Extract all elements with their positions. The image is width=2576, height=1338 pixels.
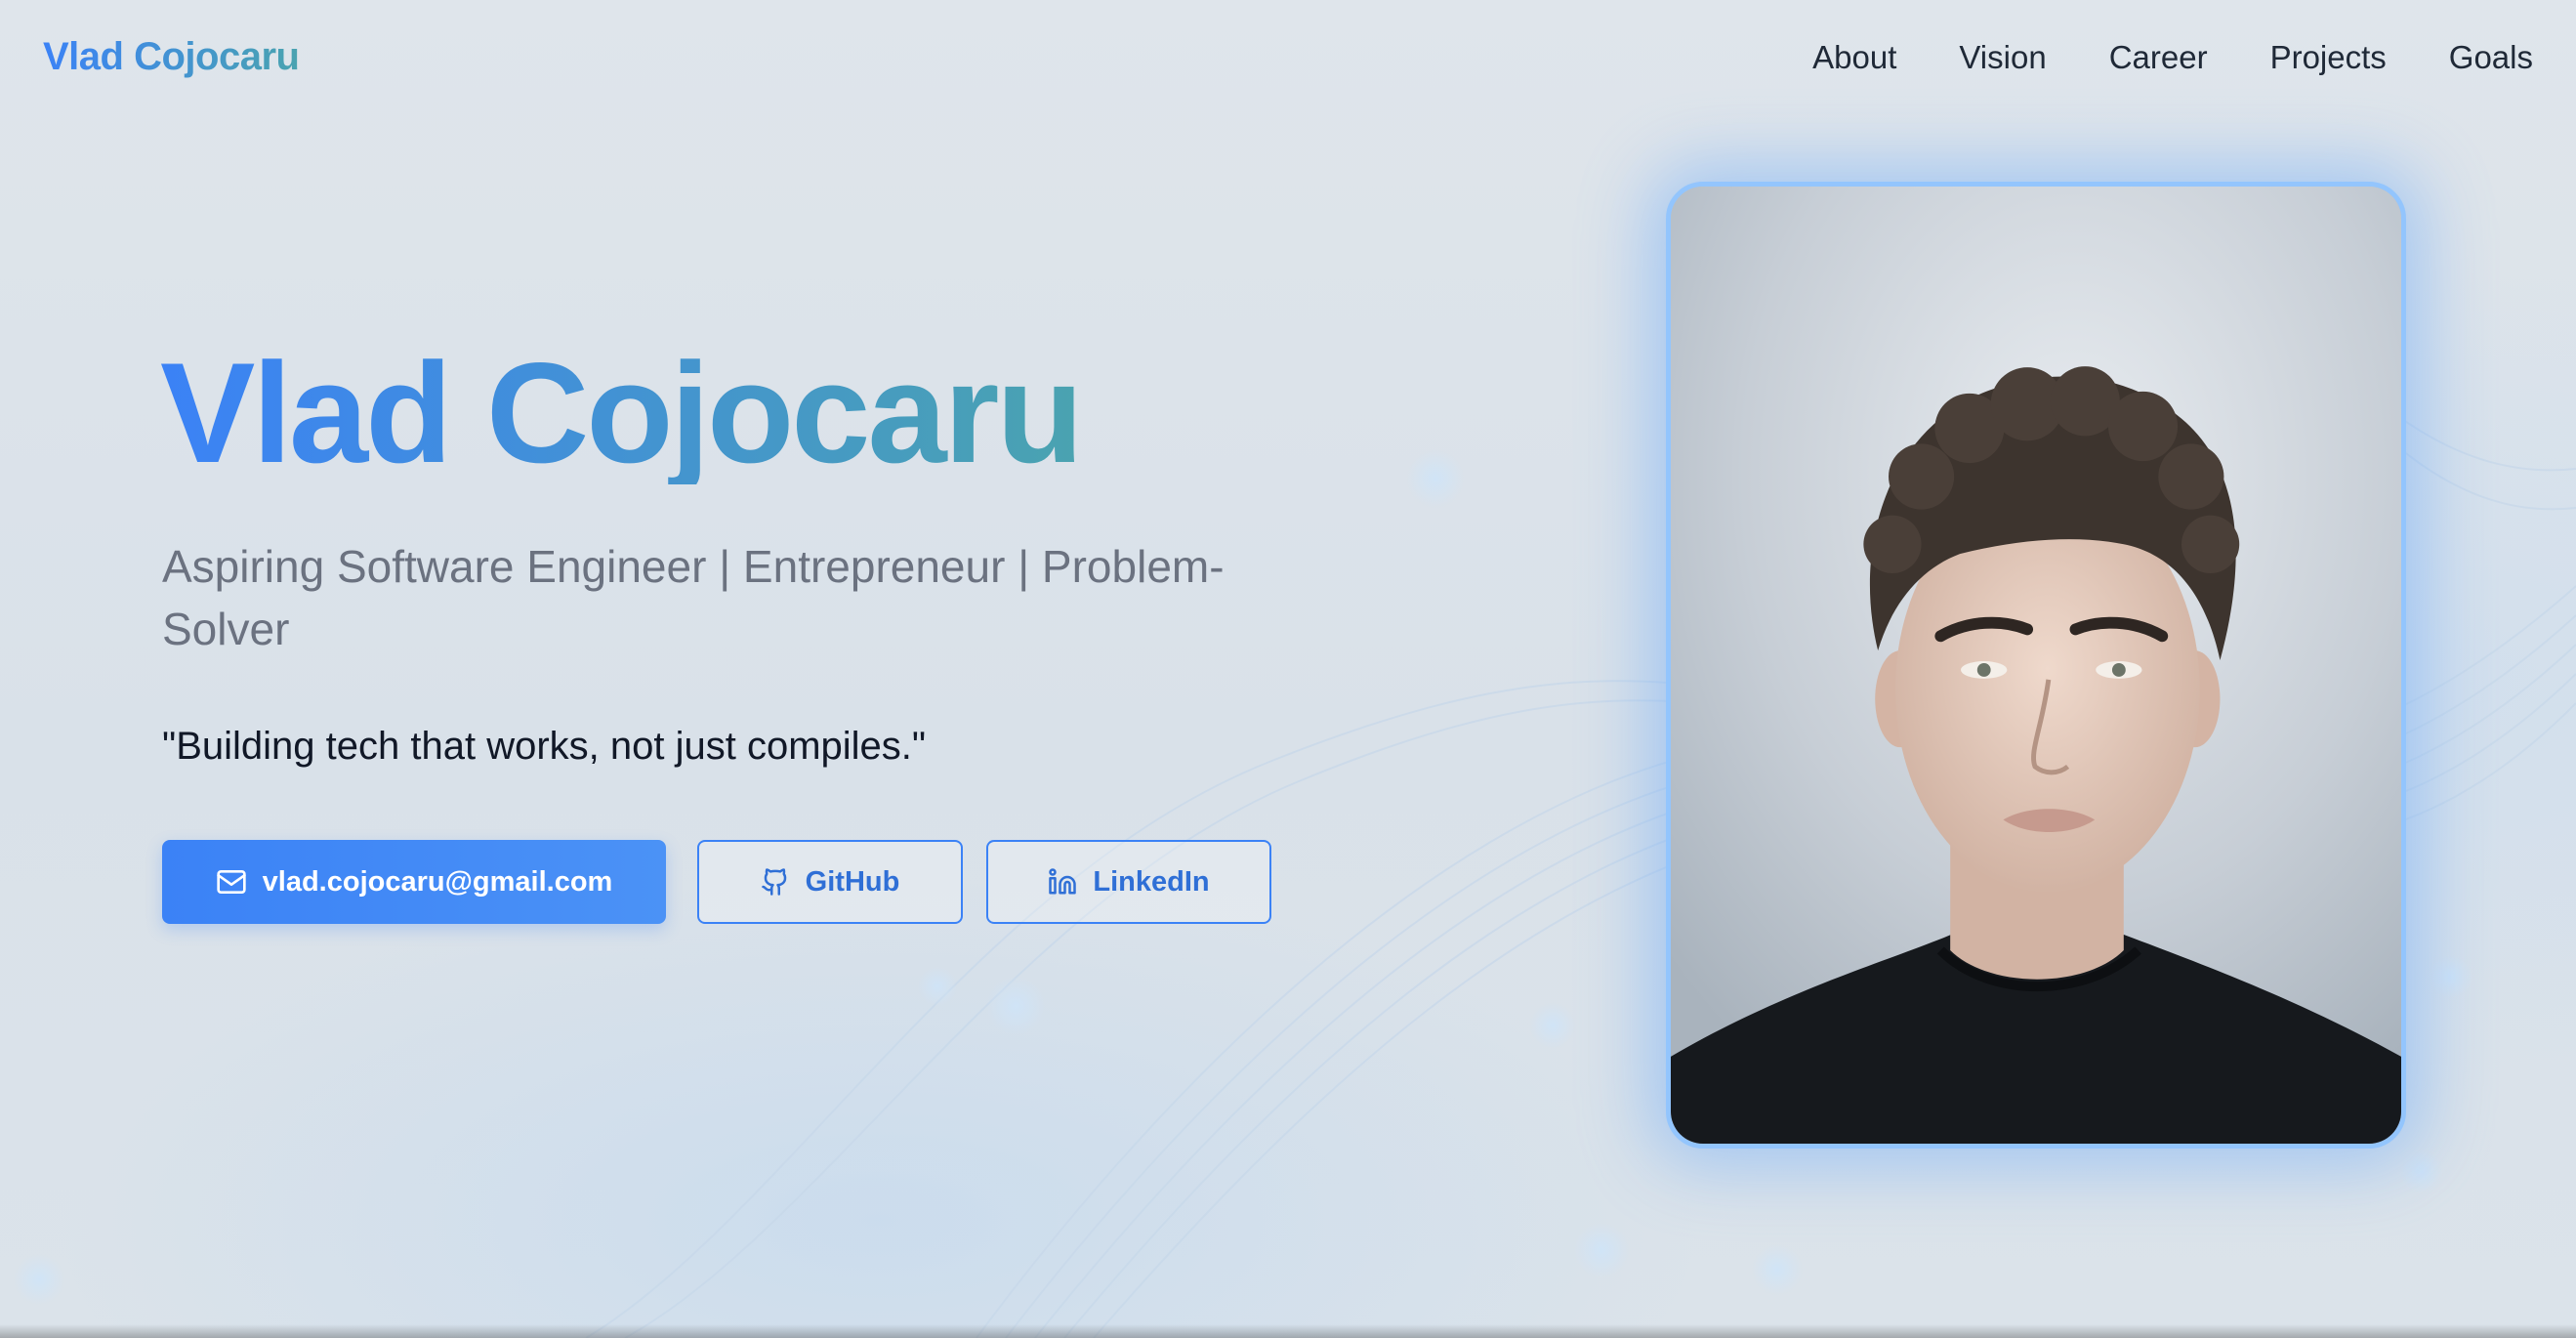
bottom-edge-shadow: [0, 1324, 2576, 1338]
hero-subtitle: Aspiring Software Engineer | Entrepreneu…: [162, 541, 1225, 654]
linkedin-button-label: LinkedIn: [1093, 865, 1210, 898]
github-button[interactable]: GitHub: [697, 840, 963, 924]
top-navigation: Vlad Cojocaru About Vision Career Projec…: [0, 0, 2576, 122]
github-icon: [761, 867, 790, 897]
nav-link-goals[interactable]: Goals: [2449, 39, 2533, 76]
hero-quote: "Building tech that works, not just comp…: [162, 725, 927, 768]
nav-link-vision[interactable]: Vision: [1959, 39, 2046, 76]
brand-logo-link[interactable]: Vlad Cojocaru: [43, 35, 300, 79]
nav-link-career[interactable]: Career: [2109, 39, 2208, 76]
email-button-label: vlad.cojocaru@gmail.com: [262, 865, 613, 898]
nav-link-about[interactable]: About: [1812, 39, 1896, 76]
linkedin-icon: [1048, 867, 1077, 897]
nav-link-projects[interactable]: Projects: [2270, 39, 2387, 76]
portrait-illustration: [1671, 187, 2401, 1144]
nav-menu: About Vision Career Projects Goals: [1812, 39, 2533, 76]
email-button[interactable]: vlad.cojocaru@gmail.com: [162, 840, 666, 924]
linkedin-button[interactable]: LinkedIn: [986, 840, 1271, 924]
hero-title: Vlad Cojocaru: [160, 333, 1084, 492]
mail-icon: [216, 866, 247, 898]
profile-photo: [1666, 182, 2406, 1149]
github-button-label: GitHub: [805, 865, 900, 898]
